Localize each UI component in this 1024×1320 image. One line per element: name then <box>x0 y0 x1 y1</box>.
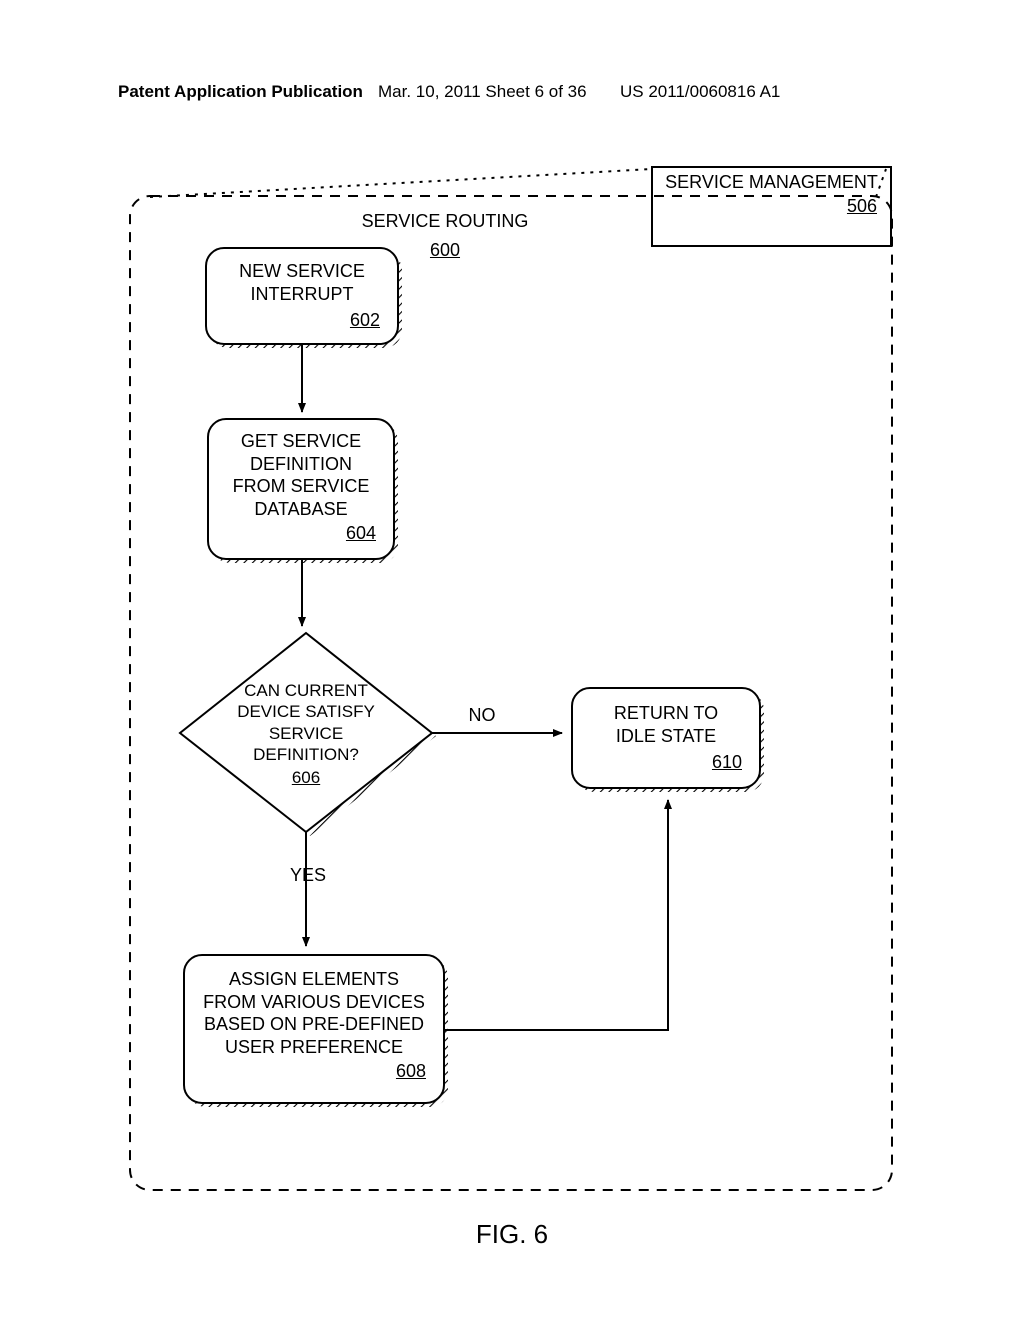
label-602: NEW SERVICEINTERRUPT <box>206 260 398 305</box>
label-no: NO <box>452 704 512 727</box>
mgmt-block: SERVICE MANAGEMENT 506 <box>652 172 891 217</box>
text-608: ASSIGN ELEMENTSFROM VARIOUS DEVICESBASED… <box>184 968 444 1083</box>
ref-608: 608 <box>184 1060 444 1083</box>
text-610: RETURN TOIDLE STATE 610 <box>572 702 760 774</box>
label-610: RETURN TOIDLE STATE <box>572 702 760 747</box>
page: Patent Application Publication Mar. 10, … <box>0 0 1024 1320</box>
ref-604: 604 <box>208 522 394 545</box>
ref-606: 606 <box>196 767 416 788</box>
text-layer: SERVICE ROUTING 600 SERVICE MANAGEMENT 5… <box>0 0 1024 1320</box>
label-608: ASSIGN ELEMENTSFROM VARIOUS DEVICESBASED… <box>184 968 444 1058</box>
text-602: NEW SERVICEINTERRUPT 602 <box>206 260 398 332</box>
title-ref: 600 <box>300 239 590 262</box>
text-604: GET SERVICEDEFINITIONFROM SERVICEDATABAS… <box>208 430 394 545</box>
label-604: GET SERVICEDEFINITIONFROM SERVICEDATABAS… <box>208 430 394 520</box>
text-606: CAN CURRENTDEVICE SATISFYSERVICEDEFINITI… <box>196 680 416 788</box>
label-yes: YES <box>278 864 338 887</box>
figure-caption: FIG. 6 <box>0 1219 1024 1250</box>
mgmt-ref: 506 <box>652 195 891 218</box>
mgmt-label: SERVICE MANAGEMENT <box>652 172 891 193</box>
title-block: SERVICE ROUTING 600 <box>300 210 590 261</box>
ref-602: 602 <box>206 309 398 332</box>
mgmt-line1: SERVICE MANAGEMENT <box>665 172 878 192</box>
label-606: CAN CURRENTDEVICE SATISFYSERVICEDEFINITI… <box>196 680 416 765</box>
title-label: SERVICE ROUTING <box>300 210 590 233</box>
ref-610: 610 <box>572 751 760 774</box>
